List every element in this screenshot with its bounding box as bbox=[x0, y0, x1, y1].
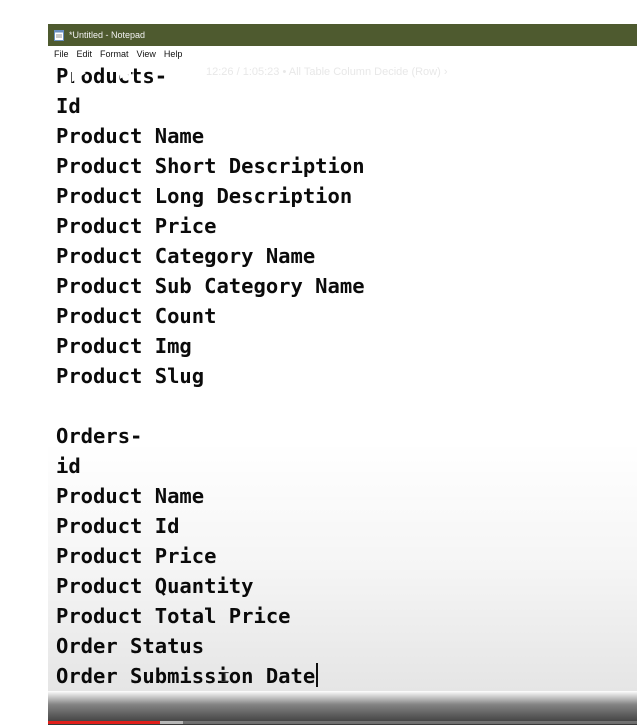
progress-buffer bbox=[160, 721, 183, 724]
editor-line: Product Quantity bbox=[56, 574, 254, 598]
menu-help[interactable]: Help bbox=[160, 49, 187, 59]
menu-view[interactable]: View bbox=[133, 49, 160, 59]
editor-line: Product Name bbox=[56, 124, 205, 148]
background-top bbox=[0, 0, 637, 24]
background-left bbox=[0, 0, 48, 725]
next-icon[interactable]: ▶| bbox=[120, 64, 135, 82]
editor-line: Product Category Name bbox=[56, 244, 316, 268]
editor-line: Product Name bbox=[56, 484, 205, 508]
editor-line: Product Price bbox=[56, 214, 217, 238]
play-icon[interactable] bbox=[72, 64, 86, 82]
progress-played[interactable] bbox=[48, 721, 160, 724]
volume-icon[interactable]: 🔈︎) bbox=[166, 64, 179, 82]
menu-format[interactable]: Format bbox=[96, 49, 133, 59]
text-cursor-icon: Ɪ bbox=[221, 670, 229, 686]
menu-bar: File Edit Format View Help bbox=[48, 46, 637, 61]
editor-line: Product Long Description bbox=[56, 184, 353, 208]
editor-line-text: Order Submission Date bbox=[56, 664, 316, 688]
editor-line: Product Short Description bbox=[56, 154, 365, 178]
title-bar[interactable]: *Untitled - Notepad bbox=[48, 24, 637, 46]
window-title: *Untitled - Notepad bbox=[69, 30, 146, 40]
menu-edit[interactable]: Edit bbox=[73, 49, 97, 59]
editor-line: Orders- bbox=[56, 424, 143, 448]
text-editor[interactable]: Products- Id Product Name Product Short … bbox=[48, 61, 637, 691]
text-caret bbox=[316, 663, 319, 687]
chapter-arrow-icon: › bbox=[443, 66, 448, 78]
editor-line: Product Total Price bbox=[56, 604, 291, 628]
editor-line: Product Price bbox=[56, 544, 217, 568]
editor-line: Product Count bbox=[56, 304, 217, 328]
notepad-icon bbox=[54, 29, 64, 41]
editor-line: Product Img bbox=[56, 334, 192, 358]
editor-line: Product Sub Category Name bbox=[56, 274, 365, 298]
editor-line: Order Status bbox=[56, 634, 205, 658]
notepad-window: *Untitled - Notepad File Edit Format Vie… bbox=[48, 24, 637, 725]
editor-line-last: Order Submission Date bbox=[56, 661, 319, 691]
editor-line: Id bbox=[56, 94, 81, 118]
menu-file[interactable]: File bbox=[48, 49, 73, 59]
video-player-controls bbox=[48, 691, 637, 725]
time-and-chapter[interactable]: 12:26 / 1:05:23 • All Table Column Decid… bbox=[206, 66, 448, 78]
editor-line: id bbox=[56, 454, 81, 478]
time-chapter-text: 12:26 / 1:05:23 • All Table Column Decid… bbox=[206, 66, 441, 78]
editor-line: Product Slug bbox=[56, 364, 205, 388]
editor-line: Product Id bbox=[56, 514, 180, 538]
